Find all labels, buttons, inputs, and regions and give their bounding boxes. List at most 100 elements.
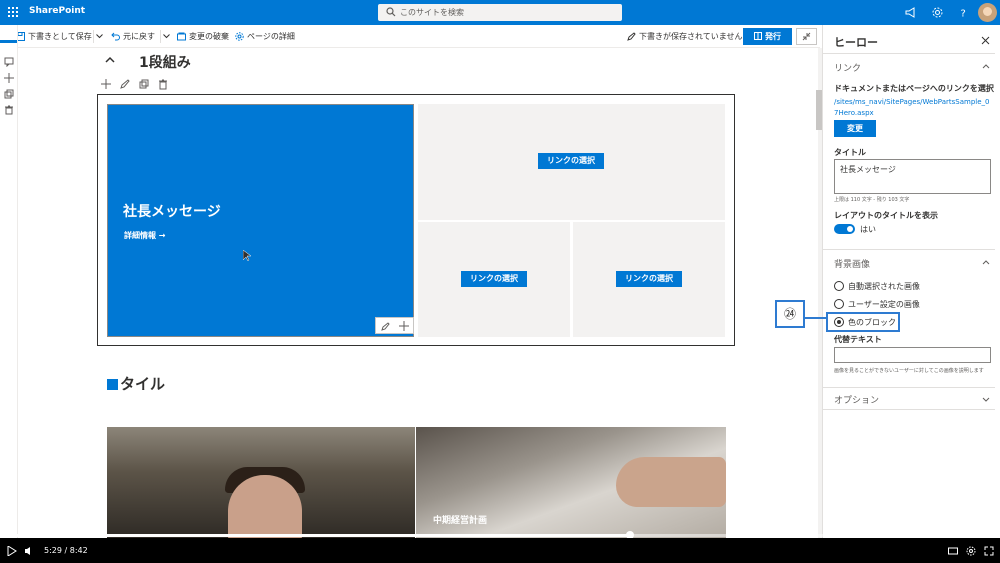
svg-text:?: ?: [961, 9, 966, 19]
page-canvas: 1段組み 社長メッセージ 詳細情報 → リンクの選択 リンクの選択 リンクの選択…: [18, 48, 813, 538]
duplicate-icon[interactable]: [138, 78, 150, 90]
pencil-icon[interactable]: [119, 78, 131, 90]
app-name[interactable]: SharePoint: [29, 6, 85, 16]
title-hint: 上限は 110 文字 - 残り 103 文字: [834, 197, 910, 203]
group-link-header[interactable]: リンク: [834, 61, 861, 74]
pencil-icon: [627, 32, 636, 41]
chevron-down-icon[interactable]: [982, 395, 990, 403]
mouse-cursor-icon: [243, 250, 251, 262]
draft-status-label: 下書きが保存されていません: [639, 32, 743, 41]
alt-text-label: 代替テキスト: [834, 335, 882, 344]
hero-more-link[interactable]: 詳細情報 →: [124, 230, 166, 241]
move-icon[interactable]: [4, 73, 14, 83]
pencil-icon[interactable]: [381, 321, 391, 331]
radio-custom-image[interactable]: [834, 299, 844, 309]
book-icon: [754, 32, 762, 40]
collapse-panel-button[interactable]: [796, 28, 817, 45]
megaphone-icon[interactable]: [905, 7, 916, 18]
discard-label: 変更の破棄: [189, 32, 229, 41]
delete-icon[interactable]: [157, 78, 169, 90]
save-draft-label: 下書きとして保存: [28, 32, 92, 41]
toggle-label: はい: [860, 225, 876, 234]
move-icon[interactable]: [399, 321, 409, 331]
gear-icon: [235, 32, 244, 41]
link-path[interactable]: /sites/ms_navi/SitePages/WebPartsSample_…: [834, 97, 991, 119]
chevron-down-icon[interactable]: [163, 34, 170, 39]
volume-icon[interactable]: [24, 546, 34, 556]
search-icon: [386, 7, 396, 17]
title-field[interactable]: 社長メッセージ: [834, 159, 991, 194]
show-title-toggle[interactable]: [834, 224, 855, 234]
hand-shape: [616, 457, 726, 507]
select-link-button[interactable]: リンクの選択: [461, 271, 527, 287]
select-link-button[interactable]: リンクの選択: [538, 153, 604, 169]
divider: [823, 53, 995, 54]
property-panel: ヒーロー リンク ドキュメントまたはページへのリンクを選択 /sites/ms_…: [822, 25, 1000, 538]
group-options-header[interactable]: オプション: [834, 393, 879, 406]
chevron-up-icon[interactable]: [104, 54, 116, 66]
undo-label: 元に戻す: [123, 32, 155, 41]
image-title: 中期経営計画: [433, 516, 488, 526]
radio-custom-image-label: ユーザー設定の画像: [848, 300, 920, 309]
hero-main-tile[interactable]: 社長メッセージ 詳細情報 →: [107, 104, 414, 337]
move-icon[interactable]: [100, 78, 112, 90]
webpart-toolbar: [100, 78, 172, 91]
play-icon[interactable]: [7, 546, 17, 556]
hero-tile-4[interactable]: リンクの選択: [573, 222, 725, 337]
comment-icon[interactable]: [4, 57, 14, 67]
close-icon[interactable]: [981, 36, 990, 45]
duplicate-icon[interactable]: [4, 89, 14, 99]
search-box[interactable]: このサイトを検索: [378, 4, 622, 21]
discard-icon: [177, 32, 186, 41]
fullscreen-icon[interactable]: [984, 546, 994, 556]
tile-toolbar: [375, 317, 414, 334]
radio-auto-image[interactable]: [834, 281, 844, 291]
left-toolbar: [0, 25, 18, 538]
change-button[interactable]: 変更: [834, 120, 876, 137]
chevron-up-icon[interactable]: [982, 259, 990, 267]
delete-icon[interactable]: [4, 105, 14, 115]
video-time: 5:29 / 8:42: [44, 546, 88, 555]
publish-button[interactable]: 発行: [743, 28, 792, 45]
divider: [160, 30, 161, 43]
hero-webpart[interactable]: 社長メッセージ 詳細情報 → リンクの選択 リンクの選択 リンクの選択: [97, 94, 735, 346]
chevron-down-icon[interactable]: [96, 34, 103, 39]
highlight-box: [826, 312, 900, 332]
hero-tile-3[interactable]: リンクの選択: [418, 222, 570, 337]
planning-image[interactable]: 中期経営計画: [416, 427, 726, 538]
portrait-image[interactable]: [107, 427, 415, 538]
page-details-label: ページの詳細: [247, 32, 295, 41]
avatar[interactable]: [978, 3, 997, 22]
draft-status: 下書きが保存されていません: [627, 31, 743, 42]
radio-auto-image-label: 自動選択された画像: [848, 282, 920, 291]
captions-icon[interactable]: [948, 546, 958, 556]
video-progress-bar[interactable]: [0, 531, 1000, 539]
divider: [823, 409, 995, 410]
app-launcher-icon[interactable]: [8, 7, 18, 17]
group-background-header[interactable]: 背景画像: [834, 257, 870, 270]
video-player-bar: 5:29 / 8:42: [0, 538, 1000, 563]
alt-text-field[interactable]: [834, 347, 991, 363]
tile-heading: タイル: [107, 373, 165, 394]
undo-button[interactable]: 元に戻す: [111, 31, 155, 42]
heading-square-icon: [107, 379, 118, 390]
divider: [93, 30, 94, 43]
title-label: タイトル: [834, 148, 866, 157]
suite-bar: SharePoint このサイトを検索 ?: [0, 0, 1000, 25]
settings-icon[interactable]: [966, 546, 976, 556]
help-icon[interactable]: ?: [958, 7, 969, 19]
chevron-up-icon[interactable]: [982, 63, 990, 71]
select-link-button[interactable]: リンクの選択: [616, 271, 682, 287]
page-details-button[interactable]: ページの詳細: [235, 31, 295, 42]
select-link-label: ドキュメントまたはページへのリンクを選択: [834, 84, 994, 93]
section-title: 1段組み: [139, 55, 191, 71]
save-draft-button[interactable]: 下書きとして保存: [16, 31, 92, 42]
undo-icon: [111, 32, 120, 41]
collapse-icon: [802, 32, 811, 41]
layout-title-label: レイアウトのタイトルを表示: [834, 211, 938, 220]
hero-tile-2[interactable]: リンクの選択: [418, 104, 725, 220]
discard-button[interactable]: 変更の破棄: [177, 31, 229, 42]
callout-line: [805, 317, 826, 319]
face-shape: [228, 475, 302, 538]
gear-icon[interactable]: [932, 7, 943, 18]
